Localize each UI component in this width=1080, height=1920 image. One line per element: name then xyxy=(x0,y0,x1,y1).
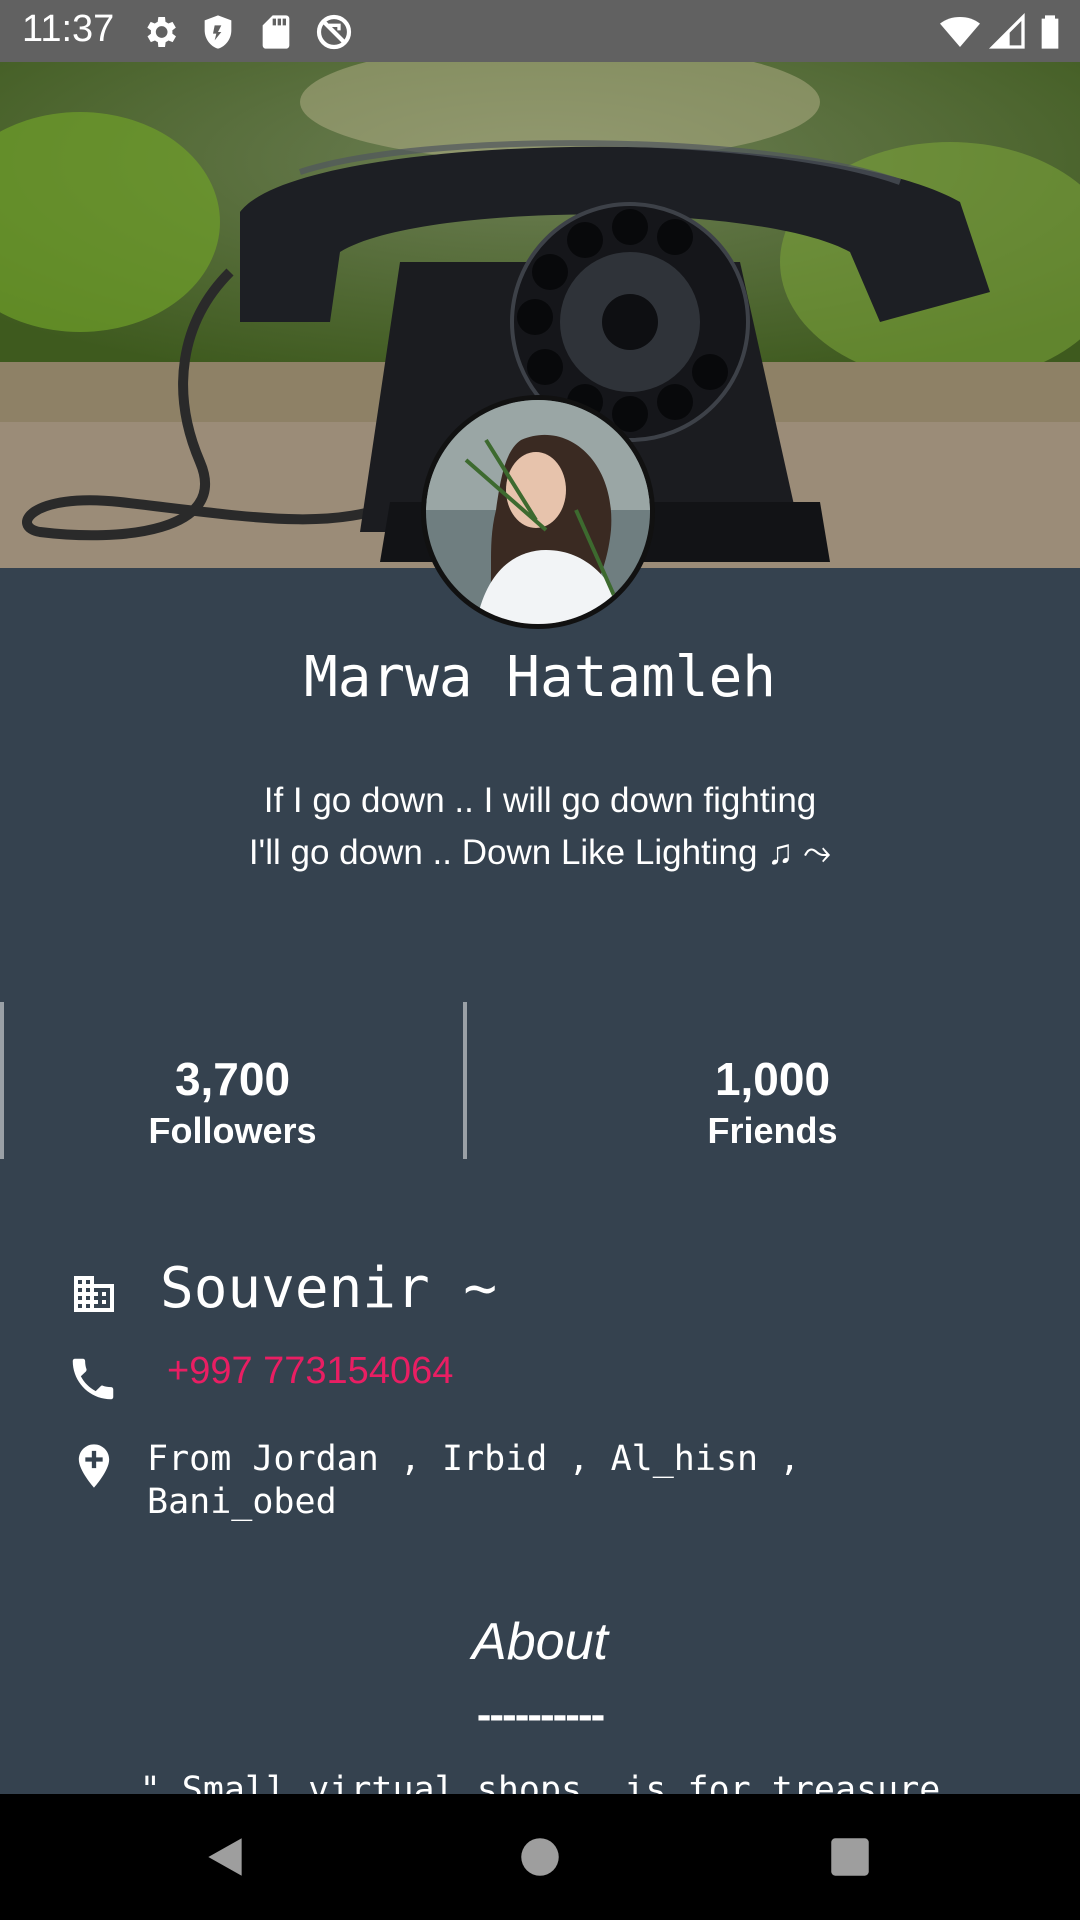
about-text: " Small virtual shops, is for treasure xyxy=(139,1770,941,1794)
shield-icon xyxy=(204,15,232,49)
wifi-icon xyxy=(940,17,980,47)
recents-icon[interactable] xyxy=(825,1832,875,1882)
followers-count: 3,700 xyxy=(174,1053,291,1105)
phone-icon xyxy=(72,1358,114,1400)
signal-icon xyxy=(988,12,1025,49)
status-time: 11:37 xyxy=(22,8,115,50)
bio-line-2: I'll go down .. Down Like Lighting ♫ ⤳ xyxy=(248,833,832,872)
phone-number[interactable]: +997 773154064 xyxy=(167,1350,453,1393)
bio-line-1: If I go down .. I will go down fighting xyxy=(263,781,817,820)
address: From Jordan , Irbid , Al_hisn , Bani_obe… xyxy=(147,1439,801,1522)
stats-bar: 3,700 Followers 1,000 Friends xyxy=(0,1002,1080,1159)
add-location-icon xyxy=(78,1444,110,1488)
sync-blocked-icon xyxy=(316,14,352,50)
friends-count: 1,000 xyxy=(714,1053,831,1105)
home-icon[interactable] xyxy=(515,1832,565,1882)
business-icon xyxy=(74,1276,114,1312)
company-name: Souvenir ~ xyxy=(160,1256,498,1321)
status-bar: 11:37 xyxy=(0,0,1080,62)
followers-label: Followers xyxy=(148,1110,317,1151)
stats-divider-left xyxy=(0,1002,4,1159)
sd-card-icon xyxy=(262,15,290,49)
battery-icon xyxy=(1041,15,1059,49)
stat-followers[interactable]: 3,700 Followers xyxy=(60,1052,405,1152)
settings-icon xyxy=(147,17,176,47)
stats-divider xyxy=(463,1002,467,1159)
stat-friends[interactable]: 1,000 Friends xyxy=(600,1052,945,1152)
friends-label: Friends xyxy=(707,1110,838,1151)
about-separator: ---------- xyxy=(476,1690,606,1739)
about-title: About xyxy=(472,1613,608,1671)
avatar-image xyxy=(426,400,650,624)
back-icon[interactable] xyxy=(200,1832,250,1882)
avatar[interactable] xyxy=(421,395,655,629)
profile-name: Marwa Hatamleh xyxy=(303,645,776,710)
profile-bio: If I go down .. I will go down fighting … xyxy=(0,775,1080,879)
navigation-bar xyxy=(0,1794,1080,1920)
